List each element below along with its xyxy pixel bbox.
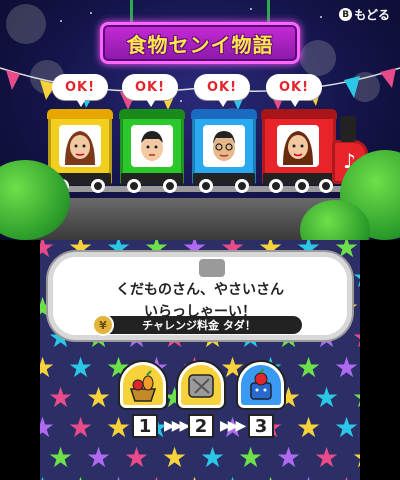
back-button[interactable]: B もどる [339, 6, 390, 23]
top-screen: 食物センイ物語 B もどる OK! OK! OK! OK! ♪ [0, 0, 400, 240]
message-line-1: くだものさん、やさいさん [116, 282, 284, 298]
star-dot [90, 12, 92, 14]
fruit-basket-icon [120, 362, 166, 408]
step-number-2: 2 [188, 414, 214, 438]
background-star: ★ [352, 324, 360, 352]
star-dot [60, 20, 62, 22]
step-number-1: 1 [132, 414, 158, 438]
background-star: ★ [258, 474, 283, 480]
background-star: ★ [144, 474, 169, 480]
background-star: ★ [182, 474, 207, 480]
wheel [295, 179, 309, 193]
wheel [163, 179, 177, 193]
train-car-green[interactable] [119, 109, 185, 193]
sign-hanger [267, 0, 270, 24]
challenge-fee-bar: ¥ チャレンジ料金 タダ！ [92, 314, 302, 336]
star-dot [250, 8, 252, 10]
train-car-blue[interactable] [191, 109, 257, 193]
background-star: ★ [352, 264, 360, 292]
car-roof [191, 109, 257, 119]
mii-woman-brown-hair [59, 125, 101, 167]
back-label: もどる [354, 8, 390, 22]
title-sign: 食物センイ物語 [100, 22, 300, 64]
step-arrow: ▶▶▶ [164, 418, 190, 434]
ok-bubble: OK! [266, 74, 322, 107]
sign-hanger [130, 0, 133, 24]
chimney [340, 116, 356, 142]
step-number-3: 3 [248, 414, 274, 438]
step-arrow: ▶▶▶ [220, 418, 246, 434]
wheel [319, 179, 333, 193]
juicer-icon [178, 362, 224, 408]
step-progress: 1 ▶▶▶ 2 ▶▶▶ 3 [40, 360, 360, 460]
bottom-screen: ★★★★★★★★★★★★★★★★★★★★★★★★★★★★★★★★★★★★★★★★… [40, 240, 360, 480]
mii-woman-brown-hair-2 [277, 125, 319, 167]
coin-icon: ¥ [92, 314, 114, 336]
mii-man-black-hair [131, 125, 173, 167]
bokeh-light [6, 4, 46, 44]
ok-bubble: OK! [194, 74, 250, 107]
background-star: ★ [334, 474, 359, 480]
wheel [127, 179, 141, 193]
ok-bubble: OK! [122, 74, 178, 107]
car-roof [119, 109, 185, 119]
b-button-icon: B [339, 8, 353, 21]
star-dot [320, 16, 322, 18]
background-star: ★ [296, 474, 321, 480]
ok-bubble: OK! [52, 74, 108, 107]
vegetable-bin-icon [238, 362, 284, 408]
wheel [199, 179, 213, 193]
fee-label: チャレンジ料金 タダ！ [142, 319, 256, 332]
wheel [269, 179, 283, 193]
background-star: ★ [68, 474, 93, 480]
background-star: ★ [220, 474, 245, 480]
car-roof [47, 109, 113, 119]
game-title: 食物センイ物語 [126, 32, 274, 57]
wheel [91, 179, 105, 193]
train-icon [199, 259, 225, 277]
mii-man-glasses [203, 125, 245, 167]
background-star: ★ [40, 474, 55, 480]
train-locomotive-red[interactable] [261, 109, 337, 193]
car-roof [261, 109, 337, 119]
background-star: ★ [106, 474, 131, 480]
wheel [235, 179, 249, 193]
background-star: ★ [40, 240, 56, 264]
